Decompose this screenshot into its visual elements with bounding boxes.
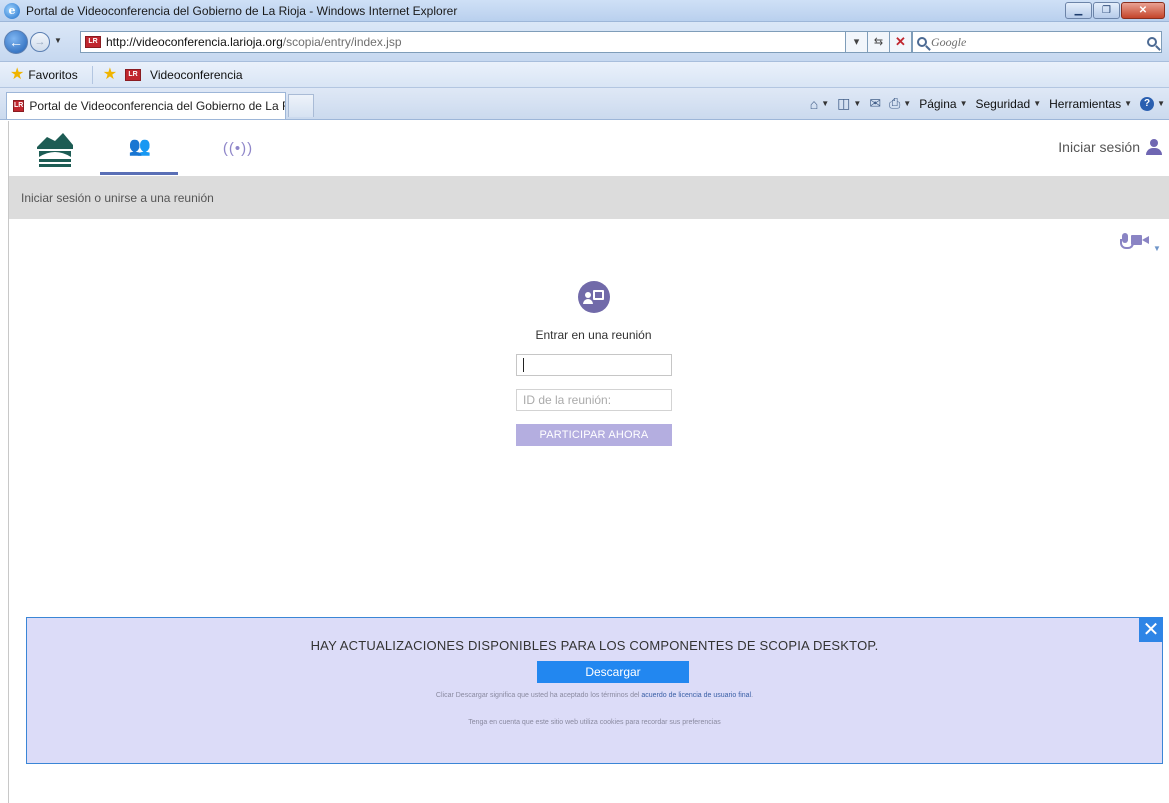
- url-host: http://videoconferencia.larioja.org: [106, 35, 283, 49]
- favorites-label: Favoritos: [28, 67, 78, 82]
- web-page: 👥 ((•)) Iniciar sesión Iniciar sesión o …: [8, 121, 1169, 803]
- terms-end: .: [751, 692, 754, 699]
- license-agreement-link[interactable]: acuerdo de licencia de usuario final: [641, 692, 751, 699]
- tools-menu-label: Herramientas: [1049, 96, 1122, 111]
- search-placeholder: Google: [931, 34, 967, 49]
- meeting-id-input[interactable]: [516, 389, 672, 411]
- address-toolbar: ← → ▼ LR http://videoconferencia.larioja…: [0, 22, 1169, 62]
- window-titlebar: e Portal de Videoconferencia del Gobiern…: [0, 0, 1169, 22]
- cookies-notice: Tenga en cuenta que este sitio web utili…: [468, 719, 721, 726]
- name-input[interactable]: [516, 354, 672, 376]
- login-label: Iniciar sesión: [1058, 139, 1140, 155]
- home-button[interactable]: ⌂ ▼: [810, 96, 829, 112]
- app-navbar: 👥 ((•)) Iniciar sesión: [9, 121, 1169, 175]
- favorites-star-icon: ★: [10, 65, 25, 83]
- mail-button[interactable]: ✉: [869, 95, 881, 112]
- add-favorite-icon: ★: [102, 65, 118, 83]
- ie-logo-icon: e: [4, 2, 20, 19]
- help-menu[interactable]: ? ▼: [1140, 96, 1165, 111]
- address-input[interactable]: LR http://videoconferencia.larioja.org/s…: [80, 31, 846, 53]
- tools-menu[interactable]: Herramientas ▼: [1049, 97, 1132, 111]
- window-controls: ▁ ❐ ✕: [1065, 2, 1165, 19]
- address-dropdown-button[interactable]: ▾: [846, 31, 868, 53]
- login-link[interactable]: Iniciar sesión: [1058, 139, 1162, 155]
- close-window-button[interactable]: ✕: [1121, 2, 1165, 19]
- download-button[interactable]: Descargar: [537, 661, 689, 683]
- participants-icon: 👥: [128, 136, 151, 156]
- print-icon: ⎙: [889, 95, 901, 111]
- command-bar: ⌂ ▼ ◫ ▼ ✉ ⎙ ▼ Página ▼ Seguridad ▼ Herramient…: [810, 95, 1165, 112]
- site-favicon-icon: LR: [125, 68, 142, 81]
- search-icon: [917, 37, 927, 47]
- broadcast-icon: ((•)): [222, 139, 254, 157]
- url-path: /scopia/entry/index.jsp: [282, 35, 402, 49]
- favorite-item-label: Videoconferencia: [150, 67, 243, 82]
- home-icon: ⌂: [809, 95, 819, 112]
- page-menu-label: Página: [919, 96, 957, 111]
- favorite-item-videoconferencia[interactable]: ★ LR Videoconferencia: [102, 65, 243, 83]
- tab-bar: LR Portal de Videoconferencia del Gobier…: [0, 88, 1169, 120]
- feeds-button[interactable]: ◫ ▼: [837, 95, 861, 112]
- breadcrumb-text: Iniciar sesión o unirse a una reunión: [21, 190, 214, 205]
- security-menu[interactable]: Seguridad ▼: [975, 97, 1041, 111]
- terms-text: Clicar Descargar significa que usted ha …: [435, 692, 642, 699]
- forward-button[interactable]: →: [30, 32, 50, 52]
- favorites-button[interactable]: ★ Favoritos: [10, 65, 78, 83]
- text-cursor: [523, 358, 524, 372]
- banner-terms: Clicar Descargar significa que usted ha …: [27, 692, 1162, 699]
- rss-icon: ◫: [837, 95, 851, 111]
- join-title: Entrar en una reunión: [535, 328, 652, 342]
- tab-meetings[interactable]: 👥: [100, 121, 178, 175]
- la-rioja-logo[interactable]: [35, 131, 75, 169]
- mail-icon: ✉: [869, 95, 882, 111]
- update-banner: ✕ HAY ACTUALIZACIONES DISPONIBLES PARA L…: [26, 617, 1163, 764]
- audio-video-settings-button[interactable]: ▼: [1120, 233, 1161, 253]
- new-tab-button[interactable]: [288, 94, 314, 117]
- browser-tab-active[interactable]: LR Portal de Videoconferencia del Gobier…: [6, 92, 286, 119]
- breadcrumb: Iniciar sesión o unirse a una reunión: [9, 176, 1169, 219]
- join-now-button[interactable]: PARTICIPAR AHORA: [516, 424, 672, 446]
- favorites-bar: ★ Favoritos ★ LR Videoconferencia: [0, 62, 1169, 88]
- restore-button[interactable]: ❐: [1093, 2, 1120, 19]
- favorites-separator: [91, 65, 93, 84]
- window-title: Portal de Videoconferencia del Gobierno …: [26, 3, 458, 18]
- user-icon: [1146, 139, 1162, 155]
- address-tools: ▾ ⇆ ✕: [846, 31, 912, 53]
- back-button[interactable]: ←: [4, 30, 28, 54]
- chevron-down-icon: ▼: [1153, 244, 1161, 253]
- security-menu-label: Seguridad: [975, 96, 1031, 111]
- print-button[interactable]: ⎙ ▼: [889, 95, 911, 112]
- site-favicon-icon: LR: [13, 100, 25, 112]
- page-menu[interactable]: Página ▼: [919, 97, 967, 111]
- stop-button[interactable]: ✕: [890, 31, 912, 53]
- banner-title: HAY ACTUALIZACIONES DISPONIBLES PARA LOS…: [310, 638, 879, 653]
- tab-label: Portal de Videoconferencia del Gobierno …: [29, 99, 286, 113]
- help-icon: ?: [1140, 96, 1155, 111]
- microphone-icon: [1120, 233, 1134, 249]
- search-input[interactable]: Google: [912, 31, 1162, 53]
- site-favicon-icon: LR: [85, 36, 101, 48]
- join-meeting-icon: [578, 281, 610, 313]
- minimize-button[interactable]: ▁: [1065, 2, 1092, 19]
- tab-broadcast[interactable]: ((•)): [199, 121, 277, 175]
- recent-pages-dropdown[interactable]: ▼: [54, 36, 62, 45]
- camera-icon: [1131, 235, 1149, 245]
- refresh-button[interactable]: ⇆: [868, 31, 890, 53]
- search-go-icon[interactable]: [1147, 37, 1157, 47]
